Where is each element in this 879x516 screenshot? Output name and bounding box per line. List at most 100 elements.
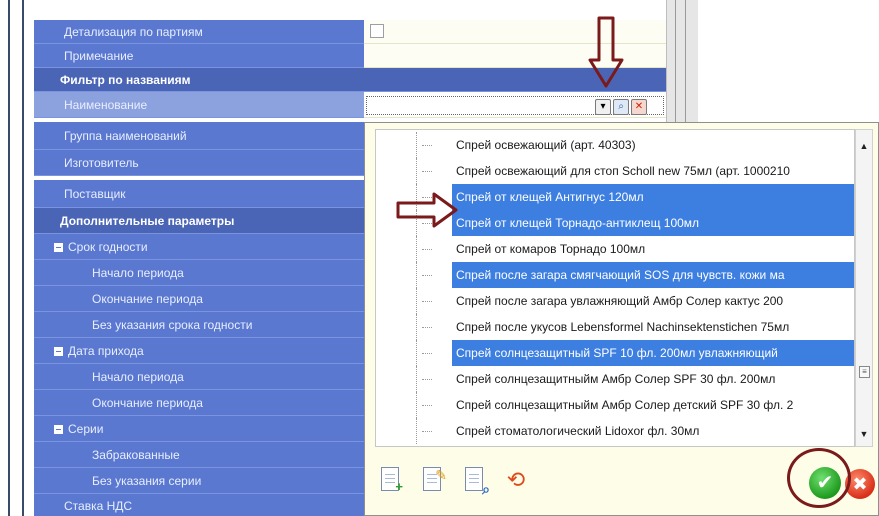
- list-item-text: Спрей солнцезащитныйм Амбр Солер SPF 30 …: [456, 372, 776, 386]
- list-scrollbar[interactable]: ▲ ≡ ▼: [855, 129, 873, 447]
- property-label: Срок годности: [34, 234, 364, 260]
- cancel-icon: ✖: [852, 474, 868, 494]
- list-item-text: Спрей от клещей Антигнус 120мл: [452, 184, 854, 210]
- list-item-text: Спрей освежающий (арт. 40303): [456, 138, 636, 152]
- plus-badge: +: [395, 479, 403, 494]
- collapse-icon[interactable]: [54, 243, 63, 252]
- list-item-text: Спрей стоматологический Lidoxor фл. 30мл: [456, 424, 700, 438]
- property-label: Примечание: [34, 44, 364, 68]
- property-label: Поставщик: [34, 180, 364, 208]
- tree-line: [416, 340, 417, 366]
- collapse-icon[interactable]: [54, 347, 63, 356]
- pencil-badge: ✎: [435, 467, 447, 483]
- property-label: Без указания серии: [34, 468, 364, 494]
- property-label-text: Дополнительные параметры: [60, 214, 235, 228]
- tree-branch: [422, 275, 432, 276]
- refresh-icon[interactable]: ⟲: [503, 467, 527, 493]
- list-item-text: Спрей после укусов Lebensformel Nachinse…: [456, 320, 790, 334]
- property-label: Наименование: [34, 92, 364, 118]
- list-item[interactable]: Спрей освежающий (арт. 40303): [376, 132, 854, 158]
- name-filter-combo[interactable]: ▾ ⌕ ✕: [366, 96, 664, 115]
- magnifier-badge: ⌕: [482, 481, 490, 497]
- property-label-text: Ставка НДС: [64, 499, 133, 513]
- refresh-glyph: ⟲: [506, 467, 526, 492]
- list-item-text: Спрей солнцезащитный SPF 10 фл. 200мл ув…: [452, 340, 854, 366]
- list-item-text: Спрей от клещей Торнадо-антиклещ 100мл: [452, 210, 854, 236]
- tree-branch: [422, 405, 432, 406]
- property-label-text: Срок годности: [68, 240, 148, 254]
- collapse-icon[interactable]: [54, 425, 63, 434]
- property-label-text: Начало периода: [92, 266, 184, 280]
- property-label: Фильтр по названиям: [34, 68, 666, 92]
- property-label: Изготовитель: [34, 150, 364, 176]
- scroll-down-icon[interactable]: ▼: [856, 426, 872, 442]
- property-row[interactable]: Примечание: [34, 44, 666, 68]
- list-item[interactable]: Спрей солнцезащитныйм Амбр Солер SPF 30 …: [376, 366, 854, 392]
- tree-branch: [422, 327, 432, 328]
- list-item[interactable]: Спрей после загара смягчающий SOS для чу…: [376, 262, 854, 288]
- list-item[interactable]: Спрей после укусов Lebensformel Nachinse…: [376, 314, 854, 340]
- property-label-text: Начало периода: [92, 370, 184, 384]
- list-item[interactable]: Спрей солнцезащитный SPF 10 фл. 200мл ув…: [376, 340, 854, 366]
- tree-line: [416, 418, 417, 444]
- edit-document-icon[interactable]: ✎: [421, 467, 447, 493]
- list-item-text: Спрей от комаров Торнадо 100мл: [456, 242, 646, 256]
- add-document-icon[interactable]: +: [379, 467, 403, 493]
- tree-line: [416, 132, 417, 158]
- tree-branch: [422, 301, 432, 302]
- property-label-text: Серии: [68, 422, 104, 436]
- arrow-right-annotation: [396, 192, 458, 228]
- property-label-text: Изготовитель: [64, 156, 139, 170]
- list-item-text: Спрей после загара смягчающий SOS для чу…: [452, 262, 854, 288]
- document-shape: [465, 467, 483, 491]
- list-item[interactable]: Спрей освежающий для стоп Scholl new 75м…: [376, 158, 854, 184]
- property-label: Детализация по партиям: [34, 20, 364, 44]
- list-item-text: Спрей освежающий для стоп Scholl new 75м…: [456, 164, 790, 178]
- close-icon[interactable]: ✕: [631, 99, 647, 115]
- property-label-text: Без указания серии: [92, 474, 202, 488]
- property-label-text: Окончание периода: [92, 396, 203, 410]
- property-label-text: Фильтр по названиям: [60, 73, 191, 87]
- circle-annotation: [787, 448, 851, 508]
- tree-line: [416, 288, 417, 314]
- property-label-text: Примечание: [64, 49, 134, 63]
- chevron-down-icon[interactable]: ▾: [595, 99, 611, 115]
- tree-branch: [422, 171, 432, 172]
- property-label-text: Наименование: [64, 98, 148, 112]
- property-label-text: Детализация по партиям: [64, 25, 203, 39]
- search-icon[interactable]: ⌕: [613, 99, 629, 115]
- list-item[interactable]: Спрей стоматологический Lidoxor фл. 30мл: [376, 418, 854, 444]
- property-label: Без указания срока годности: [34, 312, 364, 338]
- property-row[interactable]: Наименование ▾ ⌕ ✕: [34, 92, 666, 118]
- list-item-text: Спрей после загара увлажняющий Амбр Соле…: [456, 294, 784, 308]
- property-label-text: Без указания срока годности: [92, 318, 253, 332]
- frame-line: [8, 0, 10, 516]
- section-header[interactable]: Фильтр по названиям: [34, 68, 666, 92]
- tree-branch: [422, 379, 432, 380]
- property-row[interactable]: Детализация по партиям: [34, 20, 666, 44]
- tree-branch: [422, 353, 432, 354]
- property-label-text: Окончание периода: [92, 292, 203, 306]
- scroll-up-icon[interactable]: ▲: [856, 138, 872, 154]
- tree-line: [416, 262, 417, 288]
- frame-line: [22, 0, 24, 516]
- property-label-text: Группа наименований: [64, 129, 187, 143]
- arrow-down-annotation: [588, 16, 624, 88]
- list-item[interactable]: Спрей солнцезащитныйм Амбр Солер детский…: [376, 392, 854, 418]
- tree-line: [416, 158, 417, 184]
- list-item-text: Спрей солнцезащитныйм Амбр Солер детский…: [456, 398, 794, 412]
- tree-branch: [422, 145, 432, 146]
- property-label: Ставка НДС: [34, 494, 364, 516]
- view-document-icon[interactable]: ⌕: [463, 467, 490, 497]
- scroll-thumb[interactable]: ≡: [859, 366, 870, 378]
- property-label-text: Поставщик: [64, 187, 126, 201]
- property-label-text: Забракованные: [92, 448, 180, 462]
- tree-line: [416, 236, 417, 262]
- batch-detail-checkbox[interactable]: [370, 24, 384, 38]
- tree-line: [416, 314, 417, 340]
- tree-line: [416, 366, 417, 392]
- property-label: Дата прихода: [34, 338, 364, 364]
- names-list[interactable]: Спрей освежающий (арт. 40303) Спрей освеж…: [375, 129, 855, 447]
- list-item[interactable]: Спрей после загара увлажняющий Амбр Соле…: [376, 288, 854, 314]
- list-item[interactable]: Спрей от комаров Торнадо 100мл: [376, 236, 854, 262]
